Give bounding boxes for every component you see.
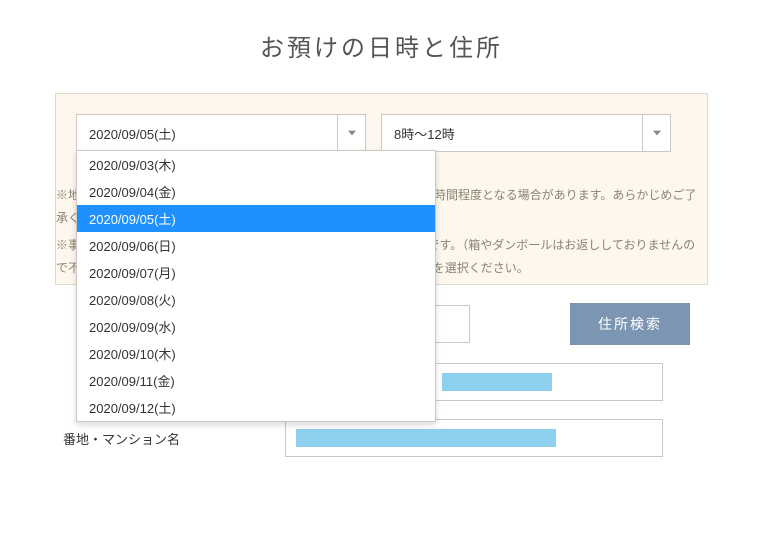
date-option[interactable]: 2020/09/07(月) xyxy=(77,259,435,286)
page-title: お預けの日時と住所 xyxy=(0,28,763,63)
address2-label: 番地・マンション名 xyxy=(55,429,285,448)
date-select-value: 2020/09/05(土) xyxy=(77,124,337,143)
date-option[interactable]: 2020/09/06(日) xyxy=(77,232,435,259)
date-option[interactable]: 2020/09/03(木) xyxy=(77,151,435,178)
address2-row: 番地・マンション名 xyxy=(55,419,708,457)
city-input[interactable] xyxy=(431,363,663,401)
chevron-down-icon xyxy=(642,115,670,151)
time-select[interactable]: 8時～12時 xyxy=(381,114,671,152)
address2-value-masked xyxy=(296,429,556,447)
datetime-panel: 2020/09/05(土) 8時～12時 ※地域や交通事情等により、ご希望に添え… xyxy=(55,93,708,285)
date-option[interactable]: 2020/09/10(木) xyxy=(77,340,435,367)
time-select-value: 8時～12時 xyxy=(382,124,642,143)
address-search-button[interactable]: 住所検索 xyxy=(570,303,690,345)
date-option[interactable]: 2020/09/04(金) xyxy=(77,178,435,205)
chevron-down-icon xyxy=(337,115,365,151)
date-option[interactable]: 2020/09/12(土) xyxy=(77,394,435,421)
date-dropdown[interactable]: 2020/09/03(木)2020/09/04(金)2020/09/05(土)2… xyxy=(76,150,436,422)
address2-input[interactable] xyxy=(285,419,663,457)
city-value-masked xyxy=(442,373,552,391)
date-option[interactable]: 2020/09/11(金) xyxy=(77,367,435,394)
date-option[interactable]: 2020/09/08(火) xyxy=(77,286,435,313)
date-option[interactable]: 2020/09/09(水) xyxy=(77,313,435,340)
date-option[interactable]: 2020/09/05(土) xyxy=(77,205,435,232)
date-select[interactable]: 2020/09/05(土) xyxy=(76,114,366,152)
